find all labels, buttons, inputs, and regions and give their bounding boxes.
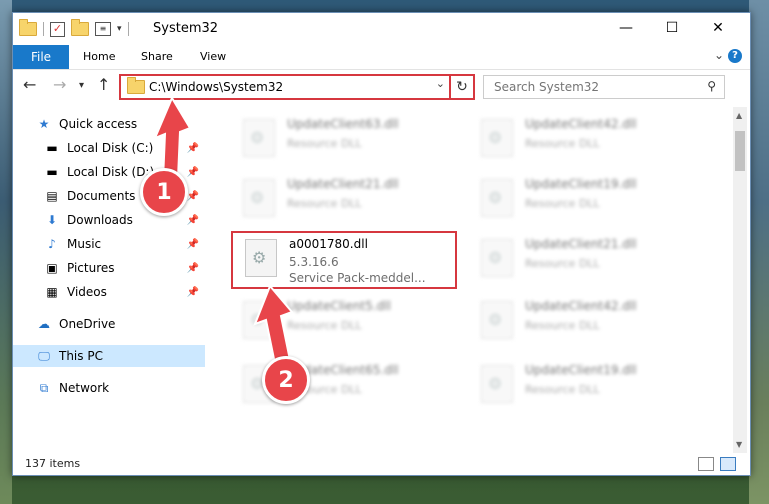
star-icon: ★ bbox=[38, 117, 50, 131]
music-icon: ♪ bbox=[48, 237, 56, 251]
file-item[interactable]: UpdateClient19.dll Resource DLL bbox=[469, 359, 689, 411]
drive-icon: ▬ bbox=[46, 165, 58, 179]
tab-view[interactable]: View bbox=[200, 50, 226, 63]
tab-home[interactable]: Home bbox=[83, 50, 115, 63]
search-box[interactable]: ⚲ bbox=[483, 75, 725, 99]
tab-share[interactable]: Share bbox=[141, 50, 173, 63]
navigation-bar: ← → ▾ ↑ C:\Windows\System32 ⌄ ↻ ⚲ bbox=[13, 70, 750, 102]
forward-arrow-icon[interactable]: → bbox=[53, 75, 66, 94]
details-view-icon[interactable] bbox=[698, 457, 714, 471]
sidebar-item-onedrive[interactable]: ☁ OneDrive bbox=[37, 313, 205, 335]
file-explorer-window: ✓ ≡ ▾ System32 — ☐ ✕ File Home Share Vie… bbox=[12, 12, 751, 476]
pin-icon[interactable]: 📌 bbox=[187, 167, 199, 178]
maximize-button[interactable]: ☐ bbox=[649, 13, 695, 43]
dll-file-icon bbox=[481, 301, 513, 339]
scroll-up-icon[interactable]: ▲ bbox=[736, 111, 742, 120]
download-icon: ⬇ bbox=[46, 213, 58, 227]
vertical-scrollbar[interactable]: ▲ ▼ bbox=[733, 107, 747, 453]
status-bar: 137 items bbox=[13, 453, 750, 475]
pin-icon[interactable]: 📌 bbox=[187, 191, 199, 202]
pin-icon[interactable]: 📌 bbox=[187, 287, 199, 298]
dll-file-icon bbox=[243, 301, 275, 339]
file-item[interactable]: UpdateClient42.dll Resource DLL bbox=[469, 113, 689, 165]
title-bar: ✓ ≡ ▾ System32 — ☐ ✕ bbox=[13, 13, 750, 45]
minimize-button[interactable]: — bbox=[603, 13, 649, 43]
item-count: 137 items bbox=[25, 457, 81, 470]
file-item[interactable]: UpdateClient19.dll Resource DLL bbox=[469, 173, 689, 225]
folder-icon bbox=[127, 77, 145, 94]
scrollbar-thumb[interactable] bbox=[735, 131, 745, 171]
sidebar-item-quick-access[interactable]: ★ Quick access bbox=[37, 113, 229, 135]
navigation-pane: ★ Quick access ▬ Local Disk (C:) 📌 ▬ Loc… bbox=[13, 109, 205, 453]
computer-icon: 🖵 bbox=[38, 348, 50, 363]
step-badge-1: 1 bbox=[140, 168, 188, 216]
sidebar-item-network[interactable]: ⧉ Network bbox=[37, 377, 205, 399]
scroll-down-icon[interactable]: ▼ bbox=[736, 440, 742, 449]
ribbon-tabs: File Home Share View ⌄ ? bbox=[13, 45, 750, 70]
recent-locations-icon[interactable]: ▾ bbox=[79, 80, 84, 91]
file-item[interactable]: UpdateClient21.dll Resource DLL bbox=[469, 233, 689, 285]
file-item[interactable]: UpdateClient42.dll Resource DLL bbox=[469, 295, 689, 347]
refresh-icon[interactable]: ↻ bbox=[449, 74, 475, 100]
toolbar-divider bbox=[43, 22, 44, 36]
dll-file-icon bbox=[243, 179, 275, 217]
properties-check-icon[interactable]: ✓ bbox=[50, 21, 65, 37]
dll-file-icon bbox=[243, 119, 275, 157]
sidebar-item-local-disk-c[interactable]: ▬ Local Disk (C:) 📌 bbox=[45, 137, 205, 159]
window-title: System32 bbox=[153, 21, 219, 36]
close-button[interactable]: ✕ bbox=[695, 13, 741, 43]
pictures-icon: ▣ bbox=[46, 261, 58, 275]
step-badge-2: 2 bbox=[262, 356, 310, 404]
folder-icon bbox=[19, 19, 37, 36]
pin-icon[interactable]: 📌 bbox=[187, 143, 199, 154]
network-icon: ⧉ bbox=[39, 380, 49, 395]
drive-icon: ▬ bbox=[46, 141, 58, 155]
search-icon: ⚲ bbox=[707, 79, 716, 93]
sidebar-item-music[interactable]: ♪ Music 📌 bbox=[45, 233, 205, 255]
back-arrow-icon[interactable]: ← bbox=[23, 75, 36, 94]
dll-file-icon bbox=[481, 119, 513, 157]
desktop-wallpaper-right bbox=[749, 0, 769, 504]
address-path: C:\Windows\System32 bbox=[149, 80, 284, 94]
sidebar-item-videos[interactable]: ▦ Videos 📌 bbox=[45, 281, 205, 303]
dll-file-icon bbox=[245, 239, 277, 277]
customize-dropdown-icon[interactable]: ▾ bbox=[117, 24, 122, 34]
sidebar-item-downloads[interactable]: ⬇ Downloads 📌 bbox=[45, 209, 205, 231]
address-bar[interactable]: C:\Windows\System32 ⌄ bbox=[119, 74, 451, 100]
sidebar-item-this-pc[interactable]: 🖵 This PC bbox=[13, 345, 205, 367]
large-icons-view-icon[interactable] bbox=[720, 457, 736, 471]
dll-file-icon bbox=[481, 179, 513, 217]
cloud-icon: ☁ bbox=[38, 317, 50, 331]
pin-icon[interactable]: 📌 bbox=[187, 239, 199, 250]
file-item[interactable]: UpdateClient21.dll Resource DLL bbox=[231, 173, 451, 225]
sidebar-item-pictures[interactable]: ▣ Pictures 📌 bbox=[45, 257, 205, 279]
file-item-selected[interactable]: a0001780.dll 5.3.16.6 Service Pack-medde… bbox=[231, 231, 457, 289]
dll-file-icon bbox=[481, 365, 513, 403]
pin-icon[interactable]: 📌 bbox=[187, 263, 199, 274]
pin-icon[interactable]: 📌 bbox=[187, 215, 199, 226]
dll-file-icon bbox=[481, 239, 513, 277]
file-item[interactable]: UpdateClient63.dll Resource DLL bbox=[231, 113, 451, 165]
desktop-wallpaper-left bbox=[0, 0, 12, 504]
new-folder-icon[interactable] bbox=[71, 19, 89, 36]
quick-access-toolbar: ✓ ≡ ▾ bbox=[19, 19, 129, 38]
up-arrow-icon[interactable]: ↑ bbox=[97, 75, 110, 94]
file-item[interactable]: UpdateClient5.dll Resource DLL bbox=[231, 295, 451, 347]
tab-file[interactable]: File bbox=[13, 45, 69, 69]
search-input[interactable] bbox=[492, 76, 696, 98]
view-list-icon[interactable]: ≡ bbox=[95, 22, 111, 36]
videos-icon: ▦ bbox=[46, 285, 58, 299]
address-dropdown-icon[interactable]: ⌄ bbox=[436, 77, 445, 90]
documents-icon: ▤ bbox=[46, 189, 58, 203]
expand-ribbon-icon[interactable]: ⌄ bbox=[714, 48, 724, 62]
toolbar-divider bbox=[127, 22, 129, 36]
help-icon[interactable]: ? bbox=[728, 49, 742, 63]
